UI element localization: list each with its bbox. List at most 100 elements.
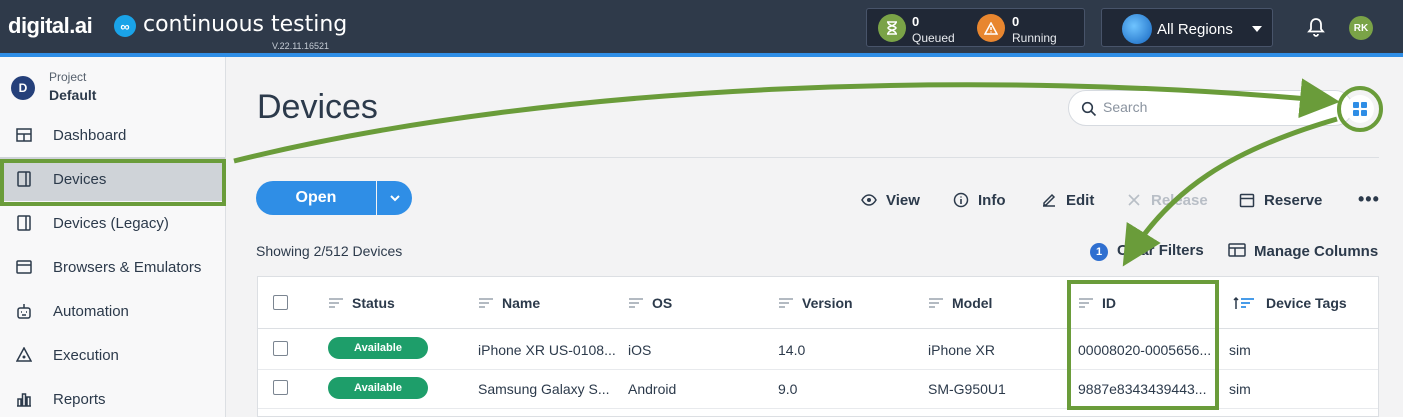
device-legacy-icon bbox=[15, 214, 33, 232]
sort-icon bbox=[329, 297, 343, 308]
continuous-testing-logo-icon: ∞ bbox=[114, 15, 136, 37]
page-title: Devices bbox=[257, 88, 378, 126]
reports-icon bbox=[15, 390, 33, 408]
title-divider bbox=[257, 157, 1379, 158]
sidebar-item-dashboard[interactable]: Dashboard bbox=[0, 113, 225, 157]
clear-filters-button[interactable]: Clear Filters bbox=[1117, 242, 1204, 259]
automation-icon bbox=[15, 302, 33, 320]
device-count-summary: Showing 2/512 Devices bbox=[256, 243, 403, 259]
status-badge: Available bbox=[328, 377, 428, 399]
region-label: All Regions bbox=[1157, 21, 1233, 38]
caret-down-icon bbox=[1252, 26, 1262, 32]
sort-icon bbox=[779, 297, 793, 308]
project-label: Project bbox=[49, 70, 87, 84]
device-model: SM-G950U1 bbox=[928, 381, 1006, 397]
sort-icon bbox=[479, 297, 493, 308]
column-header-os[interactable]: OS bbox=[628, 277, 672, 328]
sort-icon bbox=[629, 297, 643, 308]
columns-icon bbox=[1228, 242, 1246, 260]
manage-columns-button[interactable]: Manage Columns bbox=[1228, 242, 1378, 260]
device-tags: sim bbox=[1229, 381, 1251, 397]
sidebar-item-browsers-emulators[interactable]: Browsers & Emulators bbox=[0, 245, 225, 289]
column-header-label: OS bbox=[652, 294, 673, 311]
column-header-model[interactable]: Model bbox=[928, 277, 992, 328]
sidebar-item-automation[interactable]: Automation bbox=[0, 289, 225, 333]
column-header-label: Name bbox=[502, 294, 541, 311]
column-header-name[interactable]: Name bbox=[478, 277, 540, 328]
product-name: continuous testing bbox=[143, 12, 348, 37]
arrow-to-id-column bbox=[1122, 116, 1338, 267]
release-button[interactable]: Release bbox=[1125, 190, 1208, 210]
sidebar-item-label: Automation bbox=[53, 302, 129, 320]
open-button[interactable]: Open bbox=[256, 181, 376, 215]
sidebar-item-devices-legacy[interactable]: Devices (Legacy) bbox=[0, 201, 225, 245]
project-badge[interactable]: D bbox=[11, 76, 35, 100]
search-input[interactable] bbox=[1103, 99, 1343, 115]
column-header-label: Status bbox=[352, 294, 395, 311]
user-avatar[interactable]: RK bbox=[1349, 16, 1373, 40]
device-version: 9.0 bbox=[778, 381, 798, 397]
column-header-status[interactable]: Status bbox=[328, 277, 395, 328]
sidebar-item-label: Execution bbox=[53, 346, 119, 364]
reserve-label: Reserve bbox=[1264, 191, 1323, 209]
manage-columns-label: Manage Columns bbox=[1254, 242, 1379, 260]
device-os: Android bbox=[628, 381, 677, 397]
sidebar-item-label: Reports bbox=[53, 390, 106, 408]
column-header-label: Version bbox=[802, 294, 853, 311]
row-checkbox[interactable] bbox=[273, 341, 288, 356]
sort-icon bbox=[929, 297, 943, 308]
column-header-label: Model bbox=[952, 294, 993, 311]
column-header-version[interactable]: Version bbox=[778, 277, 853, 328]
close-icon bbox=[1125, 191, 1143, 209]
running-count: 0 bbox=[1012, 14, 1020, 29]
queued-count: 0 bbox=[912, 14, 920, 29]
view-button[interactable]: View bbox=[860, 190, 920, 210]
device-tags: sim bbox=[1229, 342, 1251, 358]
calendar-icon bbox=[1238, 191, 1256, 209]
info-button[interactable]: Info bbox=[952, 190, 1006, 210]
annotation-highlight-grid-toggle bbox=[1337, 86, 1383, 132]
reserve-button[interactable]: Reserve bbox=[1238, 190, 1322, 210]
running-label: Running bbox=[1012, 31, 1057, 45]
sidebar-item-reports[interactable]: Reports bbox=[0, 377, 225, 417]
row-checkbox[interactable] bbox=[273, 380, 288, 395]
queued-label: Queued bbox=[912, 31, 955, 45]
queue-status-panel[interactable]: 0 Queued 0 Running bbox=[866, 8, 1085, 47]
view-label: View bbox=[886, 191, 920, 209]
chevron-down-icon bbox=[389, 195, 400, 202]
annotation-highlight-id-column bbox=[1067, 280, 1219, 410]
dashboard-icon bbox=[15, 126, 33, 144]
active-filter-count-badge: 1 bbox=[1090, 243, 1108, 261]
edit-button[interactable]: Edit bbox=[1040, 190, 1094, 210]
project-name[interactable]: Default bbox=[49, 87, 96, 103]
search-icon bbox=[1081, 101, 1097, 117]
version-label: V.22.11.16521 bbox=[272, 41, 330, 51]
info-icon bbox=[952, 191, 970, 209]
column-header-device-tags[interactable]: Device Tags bbox=[1230, 277, 1347, 328]
select-all-checkbox[interactable] bbox=[273, 295, 288, 310]
browser-icon bbox=[15, 258, 33, 276]
notification-bell-icon[interactable] bbox=[1305, 16, 1327, 38]
column-header-label: Device Tags bbox=[1266, 294, 1347, 311]
open-dropdown-button[interactable] bbox=[377, 181, 412, 215]
release-label: Release bbox=[1151, 191, 1208, 209]
status-badge: Available bbox=[328, 337, 428, 359]
execution-icon bbox=[15, 346, 33, 364]
warning-icon bbox=[977, 14, 1005, 42]
eye-icon bbox=[860, 191, 878, 209]
brand-logo[interactable]: digital.ai bbox=[8, 13, 93, 39]
more-options-button[interactable]: ••• bbox=[1358, 189, 1380, 210]
edit-icon bbox=[1040, 191, 1058, 209]
sort-ascending-icon bbox=[1233, 296, 1254, 309]
device-name: iPhone XR US-0108... bbox=[478, 342, 616, 358]
sidebar: D Project Default Dashboard Devices Devi… bbox=[0, 57, 226, 417]
sidebar-item-label: Devices (Legacy) bbox=[53, 214, 169, 232]
sidebar-item-label: Browsers & Emulators bbox=[53, 258, 202, 276]
info-label: Info bbox=[978, 191, 1006, 209]
device-model: iPhone XR bbox=[928, 342, 995, 358]
sidebar-item-execution[interactable]: Execution bbox=[0, 333, 225, 377]
globe-icon bbox=[1122, 14, 1152, 44]
search-box[interactable] bbox=[1068, 90, 1353, 126]
device-version: 14.0 bbox=[778, 342, 806, 358]
region-selector[interactable]: All Regions bbox=[1101, 8, 1273, 47]
